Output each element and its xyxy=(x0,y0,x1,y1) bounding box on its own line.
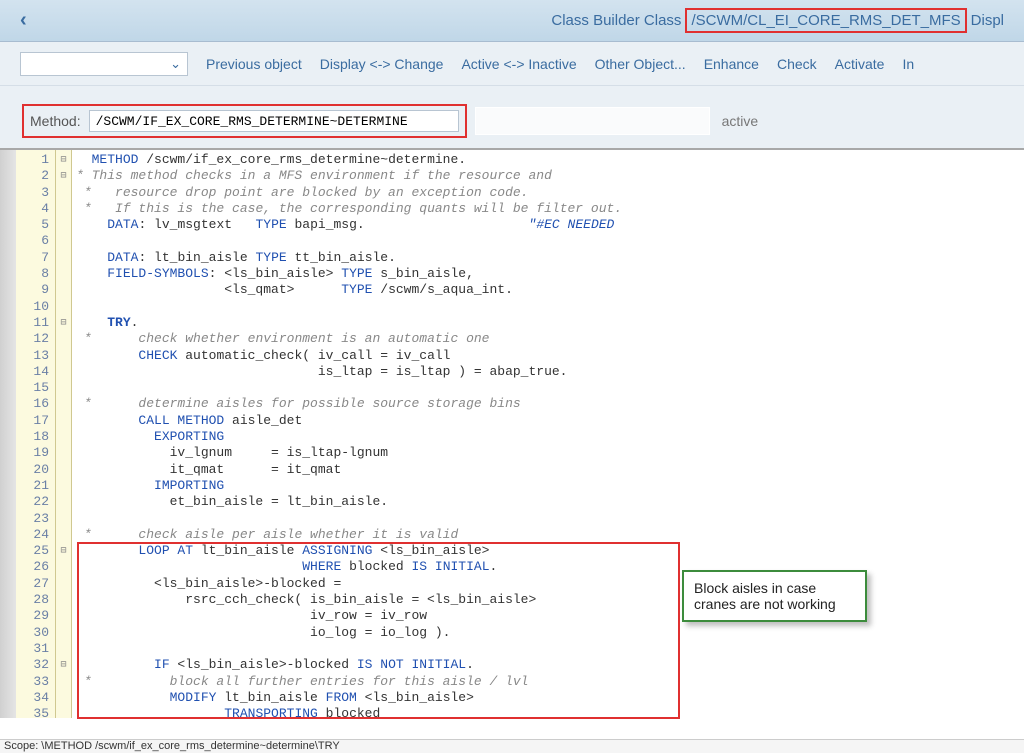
class-name-highlight: /SCWM/CL_EI_CORE_RMS_DET_MFS xyxy=(685,8,966,33)
annotation-callout: Block aisles in case cranes are not work… xyxy=(682,570,867,622)
scope-text: Scope: \METHOD /scwm/if_ex_core_rms_dete… xyxy=(4,740,340,752)
window-header: ‹ Class Builder Class /SCWM/CL_EI_CORE_R… xyxy=(0,0,1024,42)
btn-activate[interactable]: Activate xyxy=(835,56,885,72)
btn-in[interactable]: In xyxy=(902,56,914,72)
btn-display-change[interactable]: Display <-> Change xyxy=(320,56,444,72)
btn-other-object[interactable]: Other Object... xyxy=(595,56,686,72)
chevron-down-icon: ⌄ xyxy=(170,56,181,72)
code-text-area[interactable]: METHOD /scwm/if_ex_core_rms_determine~de… xyxy=(72,150,1024,718)
method-input[interactable] xyxy=(89,110,459,132)
annotation-text: Block aisles in case cranes are not work… xyxy=(694,580,836,612)
status-bar: Scope: \METHOD /scwm/if_ex_core_rms_dete… xyxy=(0,739,1024,753)
title-prefix: Class Builder Class xyxy=(551,12,681,29)
btn-enhance[interactable]: Enhance xyxy=(704,56,759,72)
btn-active-inactive[interactable]: Active <-> Inactive xyxy=(461,56,576,72)
btn-previous-object[interactable]: Previous object xyxy=(206,56,302,72)
method-status: active xyxy=(722,113,759,129)
method-bar: Method: active xyxy=(0,86,1024,148)
fold-gutter[interactable]: ⊟⊟ ⊟ ⊟ ⊟ xyxy=(56,150,72,718)
object-dropdown[interactable]: ⌄ xyxy=(20,52,188,76)
method-label: Method: xyxy=(30,113,81,129)
left-gutter xyxy=(0,150,16,718)
line-number-gutter: 1234567891011121314151617181920212223242… xyxy=(16,150,56,718)
code-editor[interactable]: 1234567891011121314151617181920212223242… xyxy=(0,148,1024,718)
method-readonly-field xyxy=(475,107,710,135)
method-field-highlight: Method: xyxy=(22,104,467,138)
title-area: Class Builder Class /SCWM/CL_EI_CORE_RMS… xyxy=(551,8,1004,33)
main-toolbar: ⌄ Previous object Display <-> Change Act… xyxy=(0,42,1024,86)
title-suffix: Displ xyxy=(971,12,1004,29)
btn-check[interactable]: Check xyxy=(777,56,817,72)
back-button[interactable]: ‹ xyxy=(12,5,35,36)
